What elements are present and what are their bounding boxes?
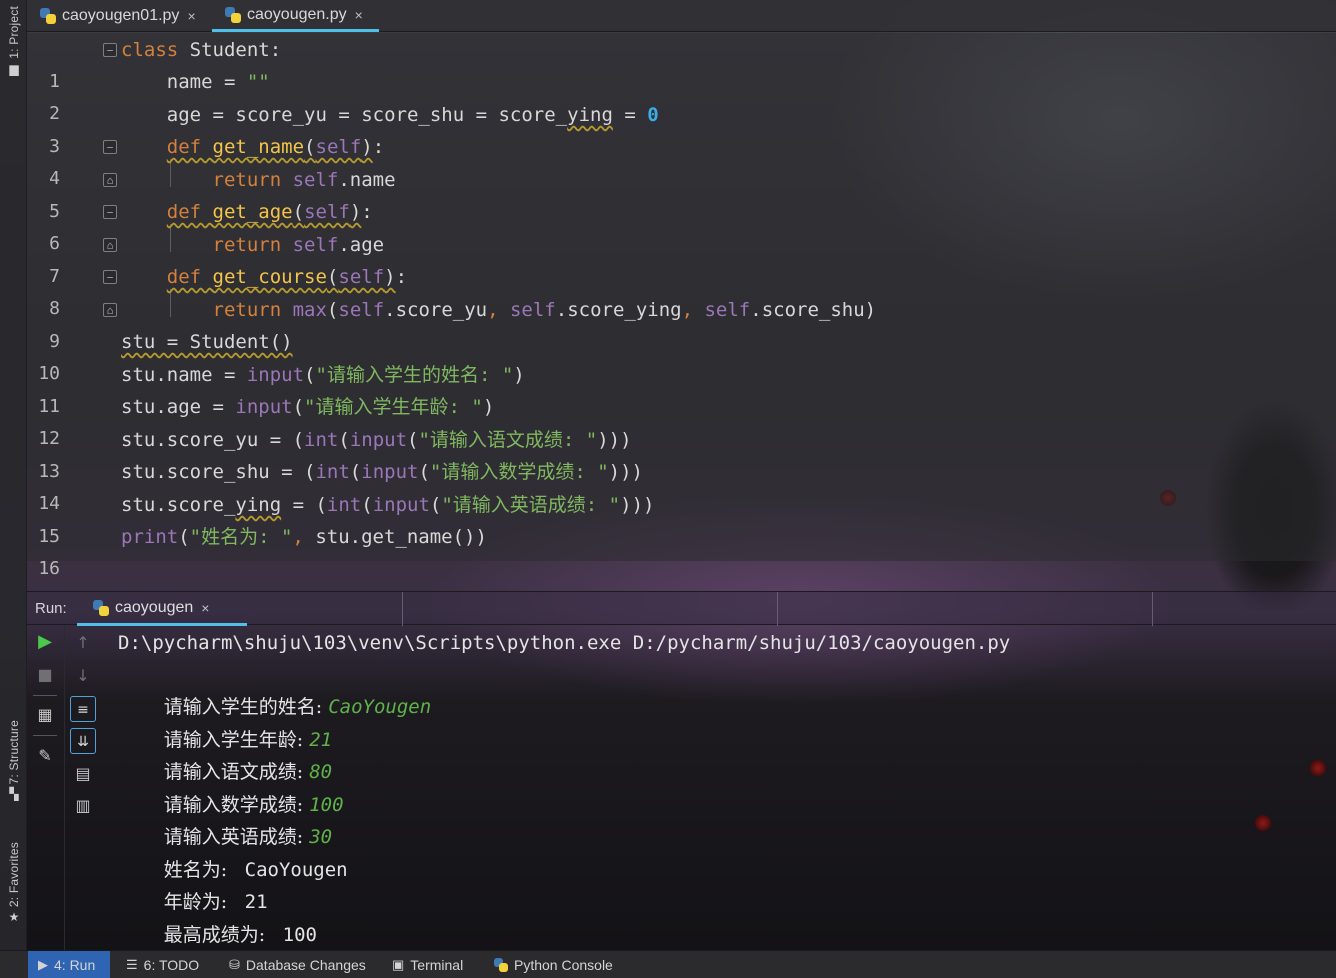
- background-rose: [1255, 815, 1271, 831]
- code-line: 5 ⌂ return self.name: [27, 164, 1336, 222]
- left-tool-strip: 1: Project ▆ 7: Structure ▚ 2: Favorites…: [0, 0, 27, 950]
- database-icon: ⛁: [229, 957, 240, 972]
- database-changes-button[interactable]: ⛁ Database Changes: [229, 951, 366, 978]
- code-line: 11 stu.name = input("请输入学生的姓名: "): [27, 359, 1336, 417]
- tab-caoyougen[interactable]: caoyougen.py ×: [212, 0, 379, 32]
- code-line: 9 ⌂ return max(self.score_yu, self.score…: [27, 294, 1336, 352]
- run-icon[interactable]: ▶: [32, 629, 58, 655]
- console-user-input: CaoYougen: [328, 696, 432, 718]
- python-file-icon: [40, 8, 56, 24]
- code-line: 15 stu.score_ying = (int(input("请输入英语成绩:…: [27, 489, 1336, 547]
- divider: [1152, 592, 1153, 626]
- console-input-line: 请输入英语成绩: 30: [118, 789, 332, 848]
- tab-caoyougen01[interactable]: caoyougen01.py ×: [27, 0, 212, 32]
- code-line: 4 − def get_name(self):: [27, 131, 1336, 189]
- run-tab-label: caoyougen: [115, 598, 194, 616]
- favorites-tool-label: 2: Favorites: [7, 842, 21, 908]
- toolbar-separator: [33, 695, 57, 696]
- close-icon[interactable]: ×: [355, 7, 363, 23]
- console-input-line: 请输入语文成绩: 80: [118, 724, 332, 783]
- python-console-button[interactable]: Python Console: [494, 951, 613, 978]
- stop-icon[interactable]: ■: [32, 662, 58, 688]
- code-line: 14 stu.score_shu = (int(input("请输入数学成绩: …: [27, 456, 1336, 514]
- layout-icon[interactable]: ▦: [32, 702, 58, 728]
- code-line: 10 stu = Student(): [27, 326, 1336, 384]
- structure-tool-tab[interactable]: 7: Structure ▚: [2, 720, 26, 801]
- arrow-up-icon[interactable]: ↑: [70, 630, 96, 656]
- project-tool-tab[interactable]: 1: Project ▆: [2, 6, 26, 76]
- close-icon[interactable]: ×: [187, 8, 195, 24]
- code-line: 8 − def get_course(self):: [27, 261, 1336, 319]
- database-changes-label: Database Changes: [245, 957, 366, 973]
- todo-tool-label: 6: TODO: [143, 957, 200, 973]
- run-toolbar-primary: ▶ ■ ▦ ✎: [27, 626, 63, 950]
- fold-end-icon[interactable]: ⌂: [103, 303, 117, 317]
- code-line: 12 stu.age = input("请输入学生年龄: "): [27, 391, 1336, 449]
- fold-marker-icon[interactable]: −: [103, 140, 117, 154]
- console-input-line: 请输入学生的姓名: CaoYougen: [118, 659, 431, 718]
- tab-label: caoyougen.py: [247, 5, 347, 23]
- code-line: 2 name = "": [27, 66, 1336, 124]
- run-icon: ▶: [38, 957, 48, 972]
- run-tool-label: 4: Run: [54, 957, 96, 973]
- python-console-label: Python Console: [514, 957, 613, 973]
- console-command-line: D:\pycharm\shuju\103\venv\Scripts\python…: [118, 632, 1011, 654]
- code-line: 1 − class Student:: [27, 34, 1336, 92]
- code-line: 16 print("姓名为: ", stu.get_name()): [27, 521, 1336, 579]
- console-result-line: 年龄为: 21: [118, 854, 268, 913]
- python-icon: [93, 599, 109, 616]
- line-number: 16: [38, 558, 60, 579]
- console-input-line: 请输入数学成绩: 100: [118, 757, 344, 816]
- fold-end-icon[interactable]: ⌂: [103, 173, 117, 187]
- favorites-tool-tab[interactable]: 2: Favorites ★: [2, 842, 26, 924]
- fold-marker-icon[interactable]: −: [103, 270, 117, 284]
- code-line: 3 age = score_yu = score_shu = score_yin…: [27, 99, 1336, 157]
- python-file-icon: [225, 6, 241, 23]
- structure-icon: ▚: [9, 787, 19, 802]
- code-editor[interactable]: 1 − class Student: 2 name = "" 3 age = s…: [27, 33, 1336, 579]
- run-toolbar-secondary: ↑ ↓ ≡ ⇊ ▤ ▥: [64, 626, 100, 950]
- pin-icon[interactable]: ✎: [32, 743, 58, 769]
- console-result-value: 100: [271, 924, 317, 946]
- project-tool-label: 1: Project: [7, 6, 21, 59]
- scroll-to-end-icon[interactable]: ⇊: [70, 728, 96, 754]
- terminal-label: Terminal: [410, 957, 464, 973]
- run-tab-caoyougen[interactable]: caoyougen ×: [77, 592, 247, 626]
- code-line: 13 stu.score_yu = (int(input("请输入语文成绩: "…: [27, 424, 1336, 482]
- python-icon: [494, 958, 508, 972]
- console-result-label: 最高成绩为:: [163, 924, 272, 946]
- star-icon: ★: [8, 910, 20, 925]
- trash-icon[interactable]: ▥: [70, 793, 96, 819]
- background-rose: [1310, 760, 1326, 776]
- soft-wrap-icon[interactable]: ≡: [70, 696, 96, 722]
- list-icon: ☰: [126, 957, 138, 972]
- editor-tab-bar: caoyougen01.py × caoyougen.py ×: [27, 0, 1336, 32]
- close-icon[interactable]: ×: [201, 600, 209, 616]
- toolbar-separator: [33, 735, 57, 736]
- divider: [777, 592, 778, 626]
- terminal-icon: ▣: [392, 957, 405, 972]
- terminal-button[interactable]: ▣ Terminal: [392, 951, 463, 978]
- console-input-line: 请输入学生年龄: 21: [118, 692, 332, 751]
- run-label: Run:: [35, 600, 67, 617]
- divider: [402, 592, 403, 626]
- structure-tool-label: 7: Structure: [7, 720, 21, 785]
- fold-marker-icon[interactable]: −: [103, 43, 117, 57]
- folder-icon: ▆: [9, 61, 19, 76]
- arrow-down-icon[interactable]: ↓: [70, 663, 96, 689]
- run-tool-header: Run: caoyougen ×: [27, 591, 1336, 626]
- code-line: 7 ⌂ return self.age: [27, 229, 1336, 287]
- tool-window-bar: ▶ 4: Run ☰ 6: TODO ⛁ Database Changes ▣ …: [0, 950, 1336, 978]
- run-tool-button[interactable]: ▶ 4: Run: [28, 951, 110, 978]
- todo-tool-button[interactable]: ☰ 6: TODO: [126, 951, 199, 978]
- tab-label: caoyougen01.py: [62, 7, 180, 24]
- code-line: 6 − def get_age(self):: [27, 196, 1336, 254]
- console-result-line: 姓名为: CaoYougen: [118, 822, 348, 881]
- print-icon[interactable]: ▤: [70, 761, 96, 787]
- fold-end-icon[interactable]: ⌂: [103, 238, 117, 252]
- console-result-line: 最高成绩为: 100: [118, 887, 317, 946]
- fold-marker-icon[interactable]: −: [103, 205, 117, 219]
